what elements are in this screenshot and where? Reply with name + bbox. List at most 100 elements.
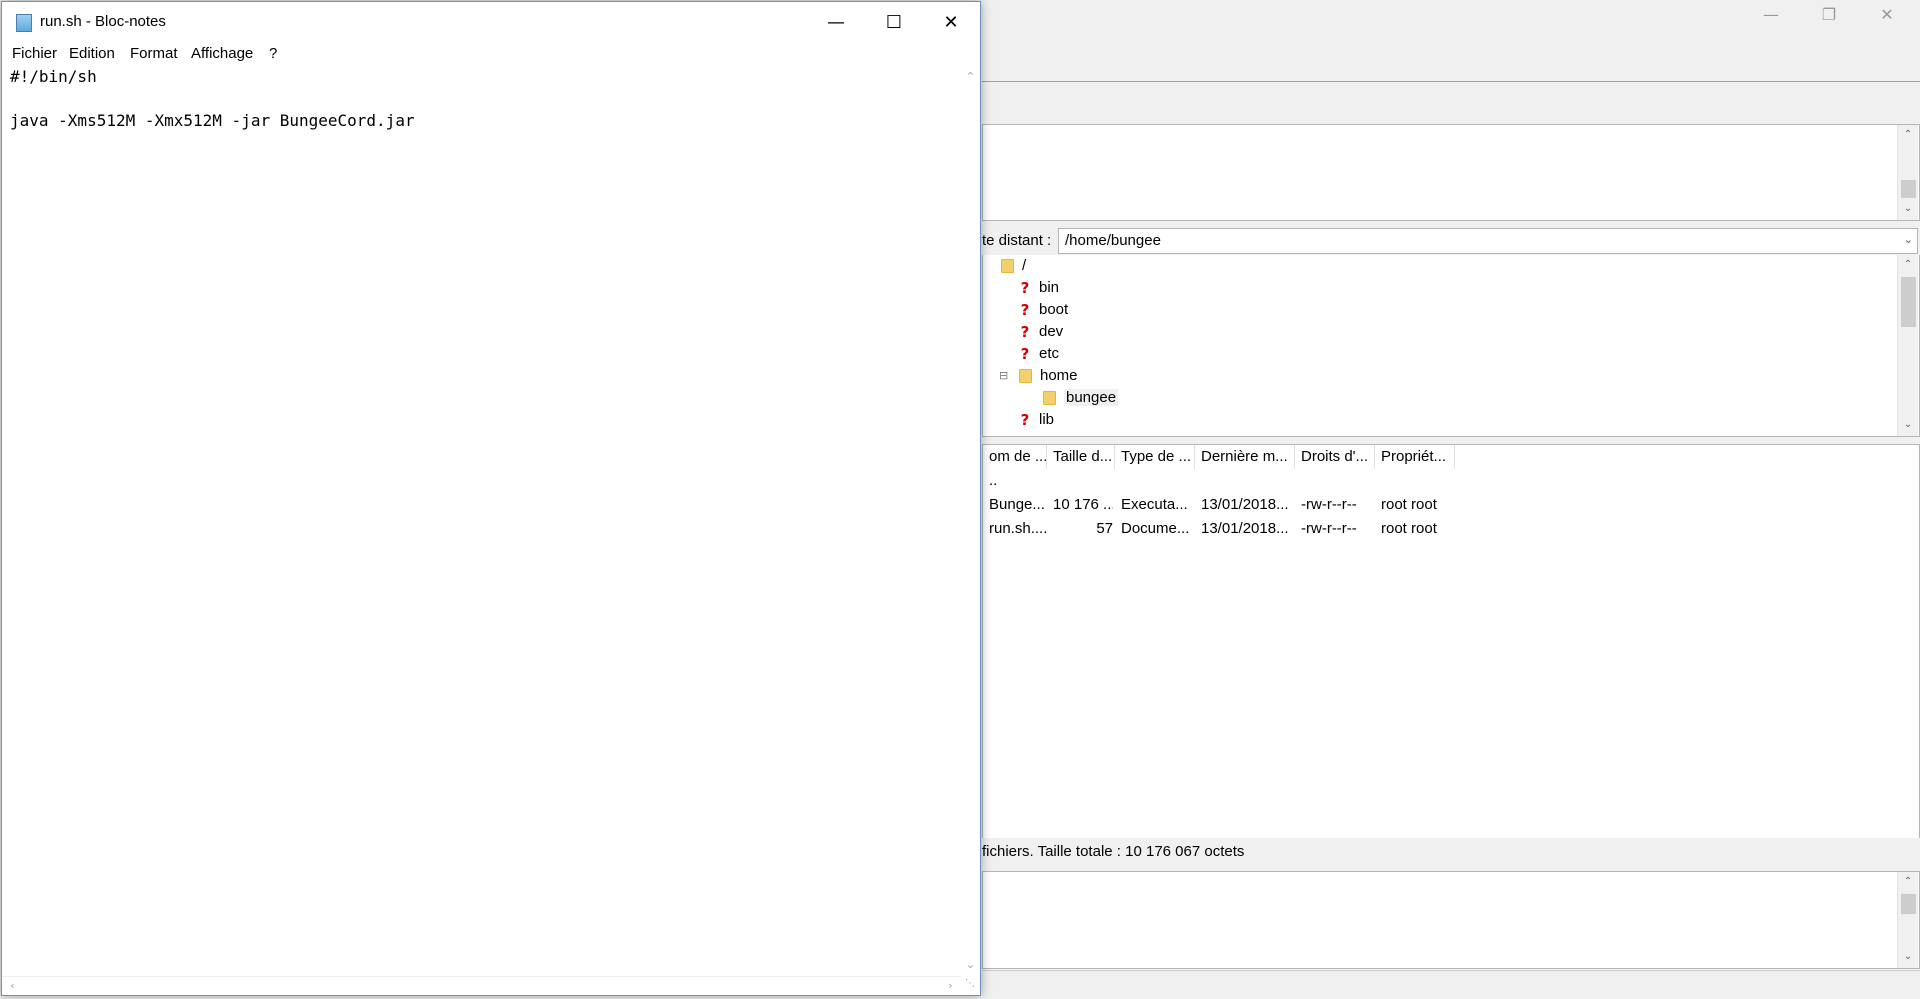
tree-scrollbar[interactable]: ⌃ ⌄ [1897,255,1918,436]
column-header-size[interactable]: Taille d... [1047,445,1115,469]
tree-item-label: bungee [1064,389,1119,406]
collapse-icon[interactable]: ⊟ [999,365,1008,387]
restore-icon[interactable]: ❐ [1800,0,1858,30]
column-header-type[interactable]: Type de ... [1115,445,1195,469]
menu-affichage[interactable]: Affichage [191,43,253,65]
tree-item-label: home [1040,367,1078,384]
cell-modified [1201,469,1293,493]
chevron-down-icon[interactable]: ⌄ [1904,233,1913,246]
remote-path-combobox[interactable]: /home/bungee ⌄ [1058,228,1918,254]
tree-item-label: lib [1039,411,1055,428]
cell-size: 10 176 ... [1053,496,1113,513]
scroll-up-icon[interactable]: ⌃ [1898,127,1918,143]
text-editor-content[interactable]: #!/bin/sh java -Xms512M -Xmx512M -jar Bu… [10,66,415,132]
tree-item-label: / [1022,257,1027,274]
remote-file-list: om de ... Taille d... Type de ... Derniè… [982,444,1920,839]
minimize-icon[interactable]: — [1742,0,1800,30]
file-rows: .. Bunge... 10 176 ... Executa... 13/01/2018… [983,469,1919,829]
message-log-panel: ⌃ ⌄ [982,124,1920,221]
scroll-down-icon[interactable]: ⌄ [962,956,979,973]
scroll-thumb[interactable] [1901,894,1916,914]
menu-format[interactable]: Format [130,43,178,65]
table-row[interactable]: run.sh.... 57 Docume... 13/01/2018... -rw-r-… [983,517,1919,541]
scroll-down-icon[interactable]: ⌄ [1898,201,1918,217]
cell-type: Docume... [1121,520,1190,537]
notepad-window: run.sh - Bloc-notes — ☐ ✕ Fichier Editio… [1,1,981,996]
tree-item-label: dev [1039,323,1064,340]
column-header-permissions[interactable]: Droits d'... [1295,445,1375,469]
cell-modified: 13/01/2018... [1201,496,1289,513]
scroll-up-icon[interactable]: ⌃ [1898,257,1918,273]
column-header-modified[interactable]: Dernière m... [1195,445,1295,469]
file-list-header: om de ... Taille d... Type de ... Derniè… [983,445,1919,469]
folder-icon [1019,369,1032,384]
menu-bar: Fichier Edition Format Affichage ? [2,43,980,65]
scroll-thumb[interactable] [1901,180,1916,198]
table-row[interactable]: Bunge... 10 176 ... Executa... 13/01/2018..… [983,493,1919,517]
horizontal-scrollbar[interactable]: ‹ › [2,976,962,994]
tree-item[interactable]: ? dev [1019,321,1064,343]
folder-icon [1043,391,1056,406]
tree-item-label: bin [1039,279,1060,296]
scroll-left-icon[interactable]: ‹ [4,977,21,994]
cell-size [1053,469,1113,493]
tree-item[interactable]: bungee [1043,387,1119,409]
column-header-owner[interactable]: Propriét... [1375,445,1455,469]
menu-help[interactable]: ? [269,43,277,65]
question-icon: ? [1020,301,1030,320]
maximize-icon[interactable]: ☐ [865,2,923,43]
close-icon[interactable]: ✕ [1858,0,1916,30]
vertical-scrollbar[interactable]: ⌃ ⌄ [962,66,979,976]
cell-perms: -rw-r--r-- [1301,520,1357,537]
tree-item-label: boot [1039,301,1069,318]
scroll-down-icon[interactable]: ⌄ [1898,949,1918,965]
status-bar: fichiers. Taille totale : 10 176 067 oct… [982,838,1920,866]
menu-fichier[interactable]: Fichier [12,43,57,65]
status-text: fichiers. Taille totale : 10 176 067 oct… [982,843,1245,860]
column-header-name[interactable]: om de ... [983,445,1047,469]
question-icon: ? [1020,411,1030,430]
scroll-thumb[interactable] [1901,277,1916,327]
menu-edition[interactable]: Edition [69,43,115,65]
scroll-down-icon[interactable]: ⌄ [1898,417,1918,433]
cell-perms [1301,469,1373,493]
cell-perms: -rw-r--r-- [1301,496,1357,513]
cell-name: Bunge... [989,496,1045,513]
cell-name: run.sh.... [989,520,1047,537]
tree-item[interactable]: ? bin [1019,277,1059,299]
table-row[interactable]: .. [983,469,1919,493]
remote-tree-panel: /? bin? boot? dev? etc home ⊟ bungee? lib ⌃ ⌄ [982,255,1920,437]
question-icon: ? [1020,345,1030,364]
log-scrollbar[interactable]: ⌃ ⌄ [1897,125,1918,220]
minimize-icon[interactable]: — [807,2,865,43]
question-icon: ? [1020,323,1030,342]
cell-modified: 13/01/2018... [1201,520,1289,537]
tree-item-label: etc [1039,345,1060,362]
bottom-separator [982,970,1920,971]
cell-size: 57 [1096,520,1113,537]
cell-type [1121,469,1193,493]
remote-site-label: te distant : [982,232,1052,249]
notepad-titlebar[interactable]: run.sh - Bloc-notes — ☐ ✕ [2,2,980,43]
tree-item[interactable]: ? etc [1019,343,1059,365]
toolbar-separator [982,81,1920,82]
scroll-right-icon[interactable]: › [942,977,959,994]
remote-path-value: /home/bungee [1065,232,1161,249]
cell-owner: root root [1381,520,1437,537]
tree-item[interactable]: ? boot [1019,299,1069,321]
queue-scrollbar[interactable]: ⌃ ⌄ [1897,872,1918,968]
question-icon: ? [1020,279,1030,298]
resize-grip-icon[interactable]: ⋱ [965,978,979,992]
close-icon[interactable]: ✕ [922,2,980,43]
folder-icon [1001,259,1014,274]
queue-panel: ⌃ ⌄ [982,871,1920,969]
scroll-up-icon[interactable]: ⌃ [962,68,979,85]
remote-site-bar: te distant : /home/bungee ⌄ [982,227,1920,255]
tree-item[interactable]: home ⊟ [999,365,1078,387]
tree-item[interactable]: ? lib [1019,409,1054,431]
cell-owner [1381,469,1461,493]
tree-item[interactable]: / [1001,255,1026,277]
scroll-up-icon[interactable]: ⌃ [1898,874,1918,890]
cell-type: Executa... [1121,496,1188,513]
cell-owner: root root [1381,496,1437,513]
